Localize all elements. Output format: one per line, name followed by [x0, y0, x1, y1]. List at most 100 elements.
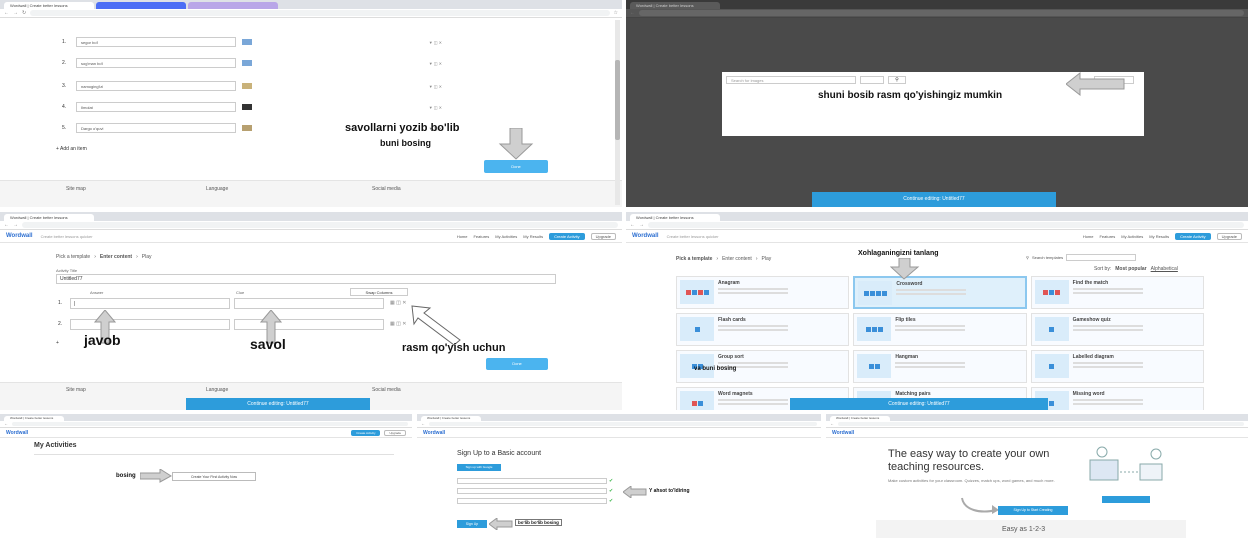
browser-tab[interactable]: Wordwall | Create better lessons [4, 2, 94, 9]
item-input[interactable]: Ilmolat [76, 102, 236, 112]
item-input[interactable]: segor bo'l [76, 37, 236, 47]
back-icon[interactable]: ← [421, 422, 425, 426]
done-button[interactable]: Done [486, 358, 548, 370]
back-icon[interactable]: ← [830, 422, 834, 426]
browser-tab[interactable]: Wordwall | Create better lessons [630, 2, 720, 9]
nav-features[interactable]: Features [1099, 234, 1115, 239]
url-field[interactable] [22, 222, 618, 228]
image-search-input[interactable]: Search for images [726, 76, 856, 84]
search-button[interactable]: ⚲ [888, 76, 906, 84]
image-picker-icon[interactable]: ▦ ◫ ✕ [390, 300, 406, 306]
sort-most-popular[interactable]: Most popular [1115, 266, 1146, 272]
image-picker-icon[interactable]: ▦ ◫ ✕ [390, 321, 406, 327]
back-icon[interactable]: ← [4, 222, 9, 228]
create-activity-button[interactable]: Create Activity [549, 232, 585, 240]
template-card-hangman[interactable]: Hangman [853, 350, 1027, 383]
wordwall-logo[interactable]: Wordwall [6, 430, 28, 436]
clue-input[interactable] [234, 319, 384, 330]
continue-editing-bar[interactable]: Continue editing: Untitled77 [186, 398, 370, 410]
url-field[interactable] [429, 422, 817, 426]
add-item-link[interactable]: + Add an item [56, 146, 87, 152]
reload-icon[interactable]: ↻ [22, 10, 26, 16]
scrollbar[interactable] [615, 20, 620, 205]
template-card-gameshow-quiz[interactable]: Gameshow quiz [1030, 313, 1204, 346]
wordwall-logo[interactable]: Wordwall [832, 430, 854, 436]
wordwall-logo[interactable]: Wordwall [423, 430, 445, 436]
upgrade-button[interactable]: Upgrade [384, 429, 406, 436]
back-icon[interactable]: ← [4, 10, 9, 16]
item-input[interactable]: sog'man bo'l [76, 58, 236, 68]
check-icon: ✔ [609, 488, 614, 494]
google-sign-up-button[interactable]: Sign up with Google [457, 464, 501, 471]
row-controls[interactable]: ▼ ◫ ✕ [429, 40, 442, 45]
browser-tab[interactable] [96, 2, 186, 9]
sign-up-button[interactable]: Sign Up [457, 520, 487, 528]
create-activity-button[interactable]: Create Activity [351, 429, 381, 436]
wordwall-logo[interactable]: Wordwall [6, 233, 33, 239]
item-image-thumbnail[interactable] [242, 104, 252, 110]
browser-tab[interactable]: Wordwall | Create better lessons [4, 214, 94, 221]
nav-home[interactable]: Home [457, 234, 468, 239]
template-card-find-the-match[interactable]: Find the match [1030, 276, 1204, 309]
nav-features[interactable]: Features [473, 234, 489, 239]
done-button[interactable]: Done [484, 160, 548, 173]
swap-columns-button[interactable]: Swap Columns [350, 288, 408, 296]
forward-icon[interactable]: → [639, 222, 644, 228]
nav-my-results[interactable]: My Results [523, 234, 543, 239]
item-image-thumbnail[interactable] [242, 83, 252, 89]
template-card-labelled-diagram[interactable]: Labelled diagram [1030, 350, 1204, 383]
create-activity-button[interactable]: Create Activity [1175, 232, 1211, 240]
scrollbar-thumb[interactable] [615, 60, 620, 140]
continue-editing-bar[interactable]: Continue editing: Untitled77 [812, 192, 1056, 207]
nav-home[interactable]: Home [1083, 234, 1094, 239]
star-icon[interactable]: ☆ [614, 10, 618, 16]
nav-my-results[interactable]: My Results [1149, 234, 1169, 239]
upgrade-button[interactable]: Upgrade [590, 232, 616, 240]
template-card-flash-cards[interactable]: Flash cards [676, 313, 850, 346]
item-image-thumbnail[interactable] [242, 60, 252, 66]
nav-my-activities[interactable]: My Activities [1121, 234, 1143, 239]
answer-input[interactable]: | [70, 298, 230, 309]
browser-tab[interactable]: Wordwall | Create better lessons [421, 416, 481, 421]
back-icon[interactable]: ← [4, 422, 8, 426]
item-image-thumbnail[interactable] [242, 39, 252, 45]
image-source-select[interactable] [860, 76, 884, 84]
url-field[interactable] [639, 10, 1244, 16]
email-field[interactable] [457, 478, 607, 484]
row-controls[interactable]: ▼ ◫ ✕ [429, 84, 442, 89]
browser-tab[interactable]: Wordwall | Create better lessons [830, 416, 890, 421]
item-input[interactable]: Dargo o'quvi [76, 123, 236, 133]
sort-alphabetical[interactable]: Alphabetical [1151, 266, 1178, 272]
url-field[interactable] [648, 222, 1244, 228]
continue-editing-bar[interactable]: Continue editing: Untitled77 [790, 398, 1048, 410]
back-icon[interactable]: ← [630, 10, 635, 16]
sign-up-cta-button[interactable]: Sign Up to Start Creating [998, 506, 1068, 515]
plus-icon[interactable]: + [56, 340, 59, 346]
template-card-anagram[interactable]: Anagram [676, 276, 850, 309]
template-card-flip-tiles[interactable]: Flip tiles [853, 313, 1027, 346]
row-controls[interactable]: ▼ ◫ ✕ [429, 61, 442, 66]
url-field[interactable] [12, 422, 408, 426]
confirm-password-field[interactable] [457, 498, 607, 504]
activity-title-input[interactable]: Untitled77 [56, 274, 556, 284]
back-icon[interactable]: ← [630, 222, 635, 228]
browser-tab[interactable]: Wordwall | Create better lessons [4, 416, 64, 421]
item-image-thumbnail[interactable] [242, 125, 252, 131]
wordwall-logo[interactable]: Wordwall [632, 233, 659, 239]
create-first-activity-button[interactable]: Create Your First Activity Now [172, 472, 256, 481]
url-field[interactable] [30, 10, 610, 16]
forward-icon[interactable]: → [13, 10, 18, 16]
template-card-crossword[interactable]: Crossword [853, 276, 1027, 309]
template-search-input[interactable] [1066, 254, 1137, 261]
template-card-missing-word[interactable]: Missing word [1030, 387, 1204, 410]
nav-my-activities[interactable]: My Activities [495, 234, 517, 239]
browser-tab[interactable]: Wordwall | Create better lessons [630, 214, 720, 221]
item-input[interactable]: namoging'izi [76, 81, 236, 91]
url-field[interactable] [838, 422, 1244, 426]
browser-tab[interactable] [188, 2, 278, 9]
upgrade-button[interactable]: Upgrade [1216, 232, 1242, 240]
password-field[interactable] [457, 488, 607, 494]
clue-input[interactable] [234, 298, 384, 309]
row-controls[interactable]: ▼ ◫ ✕ [429, 105, 442, 110]
forward-icon[interactable]: → [13, 222, 18, 228]
